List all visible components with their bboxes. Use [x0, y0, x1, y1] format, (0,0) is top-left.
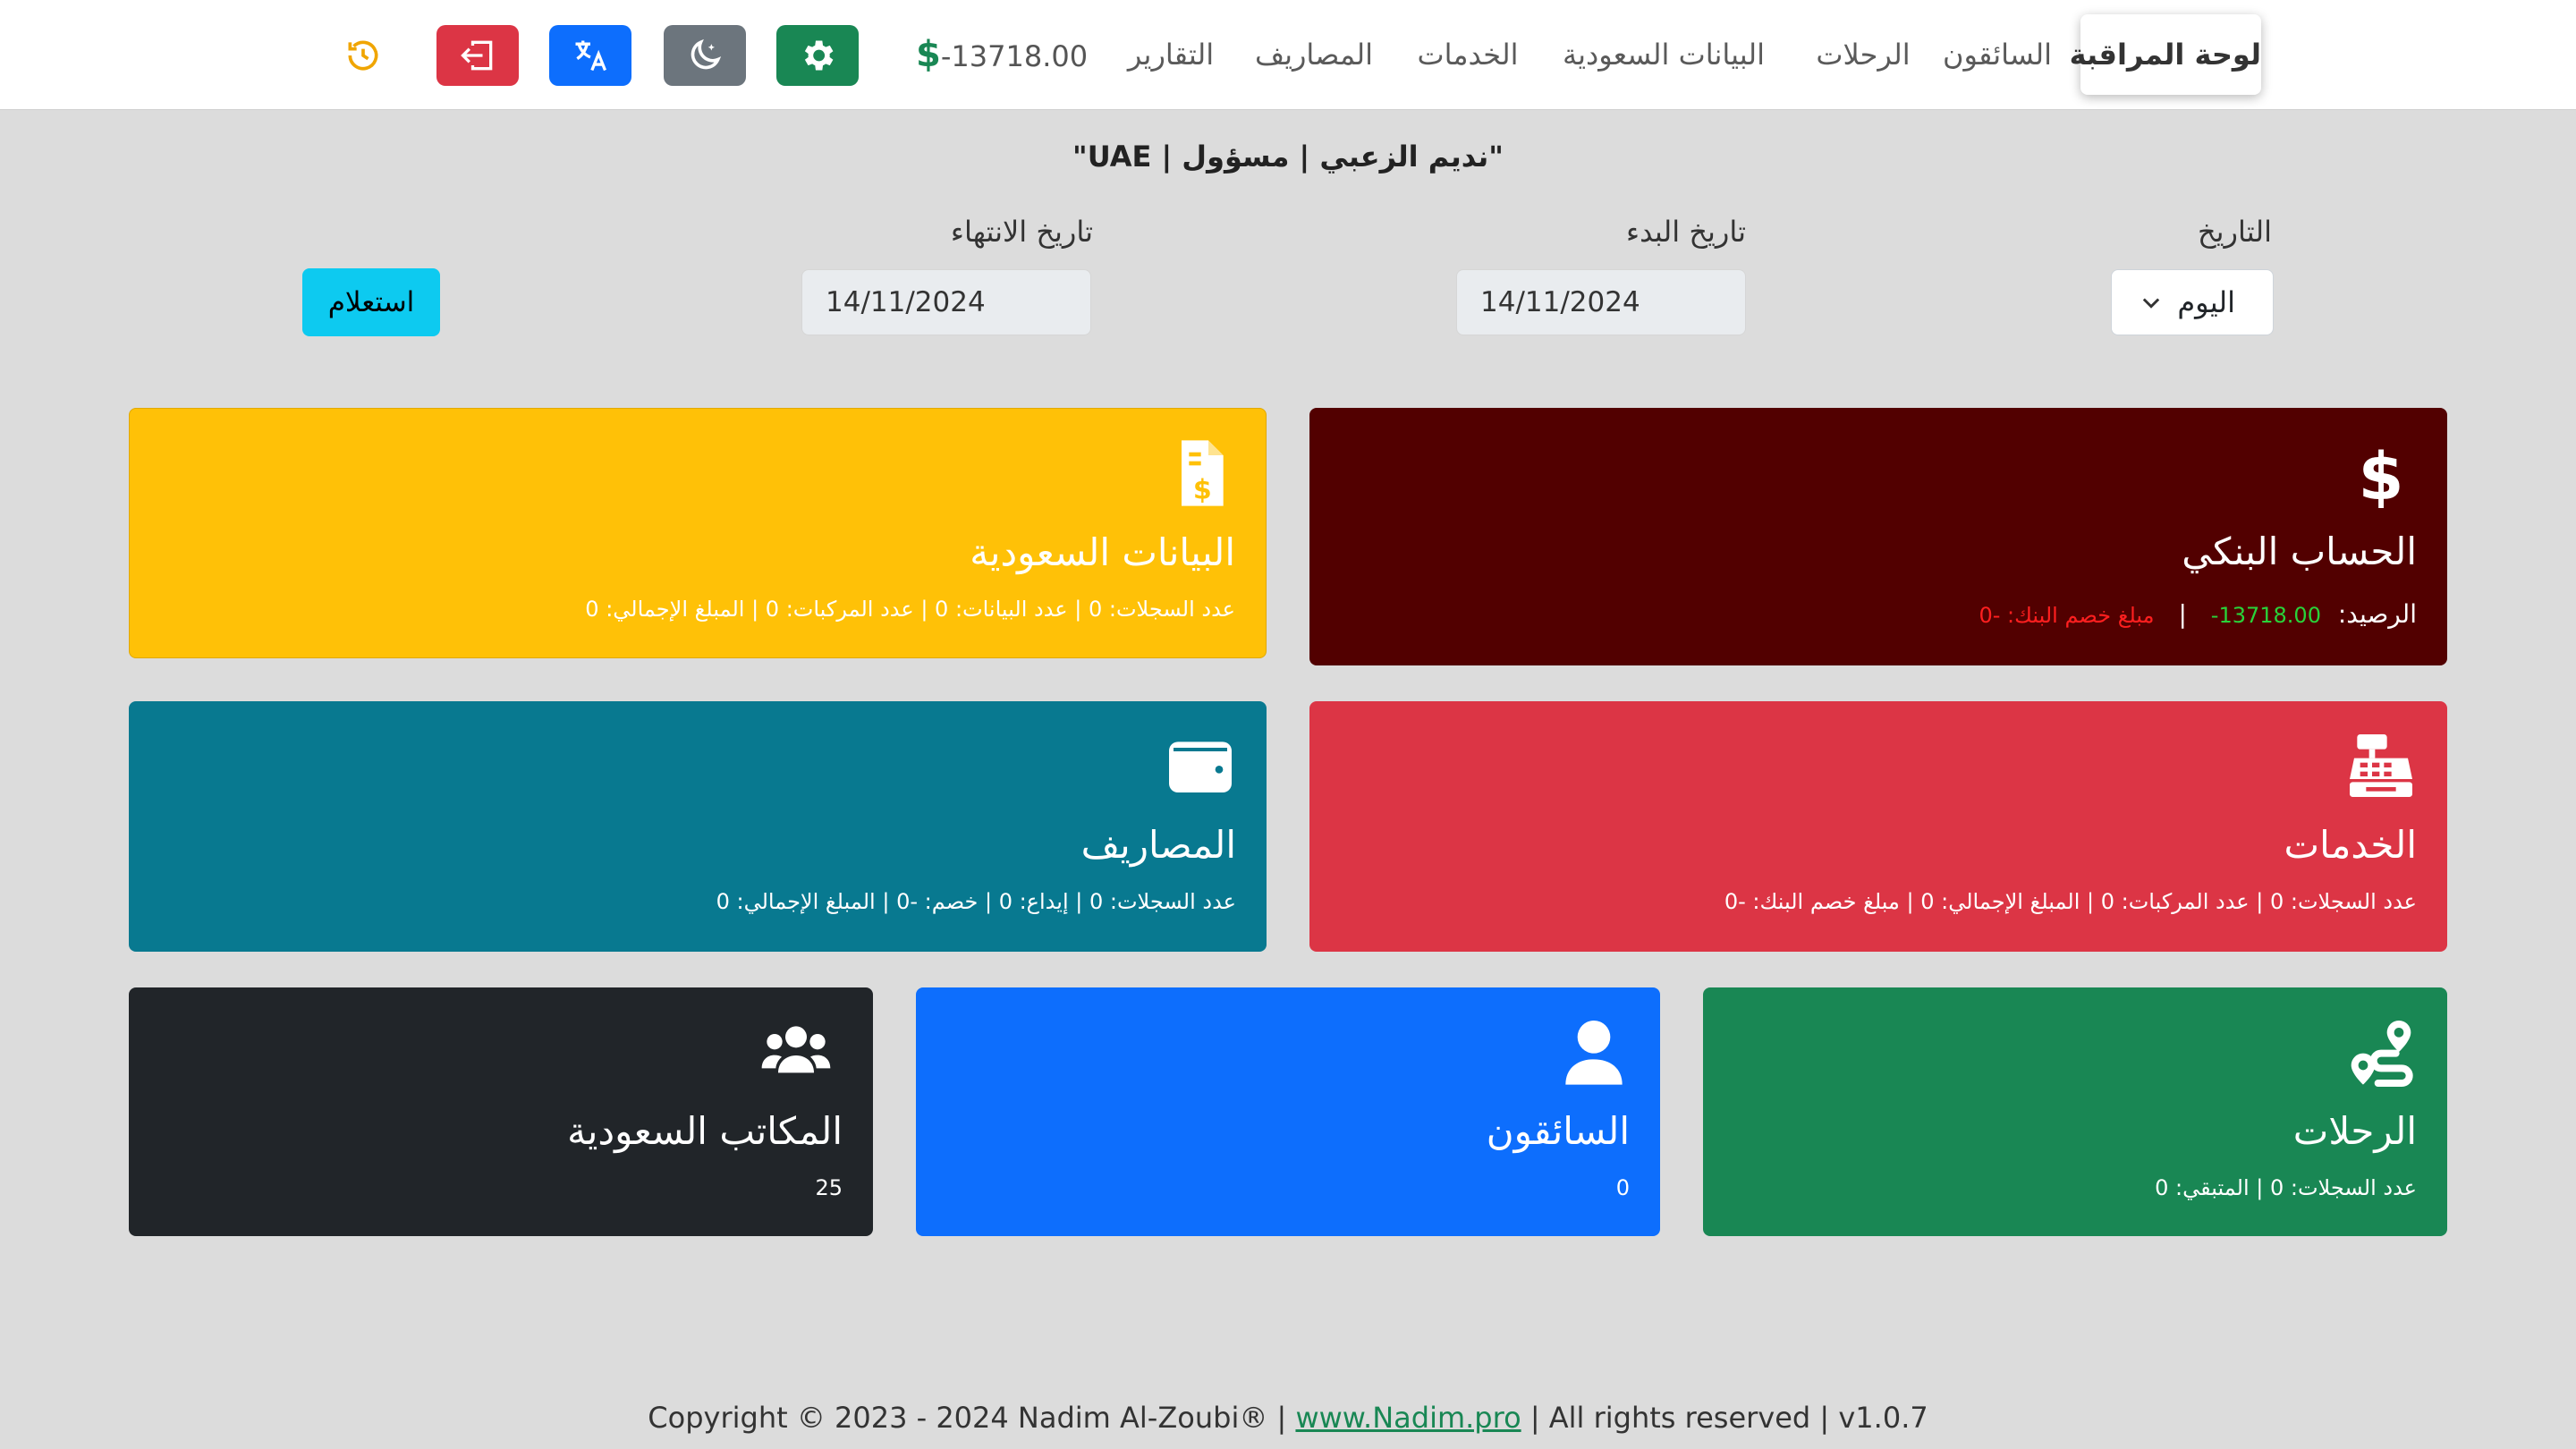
balance-value: -13718.00 [2210, 603, 2321, 628]
saudi-offices-card-title: المكاتب السعودية [567, 1109, 843, 1153]
trips-card-subtitle: عدد السجلات: 0 | المتبقي: 0 [2155, 1175, 2417, 1200]
saudi-data-card[interactable]: $ البيانات السعودية عدد السجلات: 0 | عدد… [129, 408, 1267, 658]
logout-button[interactable] [436, 25, 519, 86]
start-date-label: تاريخ البدء [1626, 215, 1746, 249]
settings-button[interactable] [776, 25, 859, 86]
chevron-down-icon [2142, 298, 2160, 309]
footer-website-link[interactable]: www.Nadim.pro [1295, 1401, 1521, 1435]
end-date-input[interactable]: 14/11/2024 [801, 269, 1091, 335]
wallet-icon [1169, 741, 1232, 792]
gear-icon [804, 40, 834, 71]
user-icon [1565, 1021, 1623, 1085]
date-select[interactable]: اليوم [2111, 269, 2274, 335]
nav-trips[interactable]: الرحلات [1807, 14, 1919, 95]
moon-icon [691, 38, 722, 70]
invoice-dollar-icon: $ [1182, 440, 1224, 506]
history-icon [348, 40, 378, 71]
expenses-card-title: المصاريف [1080, 823, 1236, 867]
date-select-value: اليوم [2177, 285, 2235, 319]
separator: | [2178, 599, 2187, 629]
nav-dashboard[interactable]: لوحة المراقبة [2070, 14, 2261, 95]
query-button[interactable]: استعلام [302, 268, 440, 336]
services-card[interactable]: الخدمات عدد السجلات: 0 | عدد المركبات: 0… [1309, 701, 2447, 952]
route-icon [2351, 1021, 2413, 1087]
history-button[interactable] [322, 25, 404, 86]
bank-card-subtitle: الرصيد: -13718.00 | مبلغ خصم البنك: -0 [1979, 599, 2417, 629]
nav-reports[interactable]: التقارير [1116, 14, 1225, 95]
bank-account-card[interactable]: $ الحساب البنكي الرصيد: -13718.00 | مبلغ… [1309, 408, 2447, 665]
svg-text:$: $ [1193, 474, 1212, 505]
end-date-label: تاريخ الانتهاء [950, 215, 1093, 249]
svg-text:$: $ [2358, 439, 2403, 508]
nav-expenses[interactable]: المصاريف [1245, 14, 1383, 95]
balance-label: الرصيد: [2337, 599, 2417, 629]
services-card-subtitle: عدد السجلات: 0 | عدد المركبات: 0 | المبل… [1724, 889, 2417, 914]
footer-rights: | All rights reserved | v1.0.7 [1521, 1401, 1928, 1435]
drivers-card[interactable]: السائقون 0 [916, 987, 1660, 1236]
trips-card-title: الرحلات [2292, 1109, 2417, 1153]
logout-icon [461, 40, 493, 71]
expenses-card-subtitle: عدد السجلات: 0 | إيداع: 0 | خصم: -0 | ال… [716, 889, 1236, 914]
nav-balance-value: -13718.00 [940, 39, 1089, 73]
saudi-offices-card[interactable]: المكاتب السعودية 25 [129, 987, 873, 1236]
saudi-data-card-subtitle: عدد السجلات: 0 | عدد البيانات: 0 | عدد ا… [585, 597, 1235, 622]
language-button[interactable] [549, 25, 631, 86]
start-date-input[interactable]: 14/11/2024 [1456, 269, 1746, 335]
bank-card-title: الحساب البنكي [2182, 530, 2417, 573]
user-title: "نديم الزعبي | مسؤول | UAE" [1072, 140, 1504, 174]
users-group-icon [761, 1026, 831, 1073]
footer: Copyright © 2023 - 2024 Nadim Al-Zoubi® … [0, 1401, 2576, 1435]
drivers-card-count: 0 [1615, 1175, 1630, 1200]
top-navbar: لوحة المراقبة السائقون الرحلات البيانات … [0, 0, 2576, 110]
saudi-data-card-title: البيانات السعودية [970, 530, 1235, 574]
trips-card[interactable]: الرحلات عدد السجلات: 0 | المتبقي: 0 [1703, 987, 2447, 1236]
date-label: التاريخ [2197, 215, 2272, 249]
expenses-card[interactable]: المصاريف عدد السجلات: 0 | إيداع: 0 | خصم… [129, 701, 1267, 952]
nav-saudi-data[interactable]: البيانات السعودية [1556, 14, 1771, 95]
bank-deduct-amount: مبلغ خصم البنك: -0 [1979, 603, 2155, 628]
drivers-card-title: السائقون [1486, 1109, 1630, 1153]
dollar-icon: $ [2358, 439, 2403, 508]
nav-services[interactable]: الخدمات [1411, 14, 1524, 95]
dollar-icon: $ [916, 34, 941, 75]
cash-register-icon [2350, 734, 2412, 797]
dark-mode-button[interactable] [664, 25, 746, 86]
nav-balance[interactable]: $-13718.00 [896, 14, 1088, 95]
saudi-offices-card-count: 25 [815, 1175, 843, 1200]
nav-drivers[interactable]: السائقون [1939, 14, 2055, 95]
translate-icon [575, 40, 607, 72]
services-card-title: الخدمات [2284, 823, 2417, 867]
footer-copyright: Copyright © 2023 - 2024 Nadim Al-Zoubi® … [648, 1401, 1296, 1435]
